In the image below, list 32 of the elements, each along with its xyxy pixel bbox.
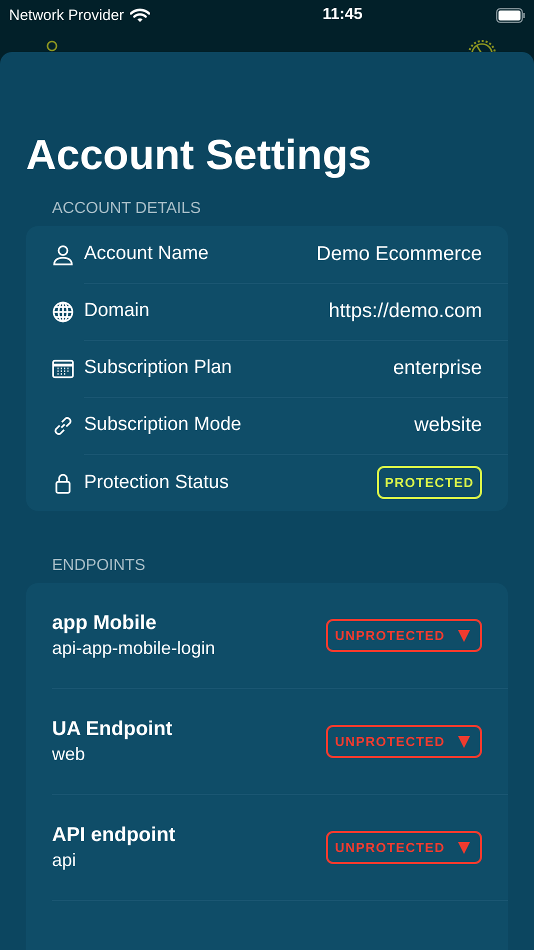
triangle-down-icon [457,628,471,642]
calendar-icon [52,358,74,380]
status-badge: PROTECTED [376,466,482,499]
row-value: https://demo.com [328,299,482,323]
row-value: Demo Ecommerce [316,242,482,266]
carrier-name: Network Provider [9,6,124,24]
wifi-icon [130,8,150,22]
triangle-down-icon [457,840,471,854]
endpoint-detail: web [52,744,86,765]
endpoint-detail: api [52,850,78,871]
globe-icon [52,300,74,322]
status-dropdown[interactable]: UNPROTECTED [326,725,482,758]
triangle-down-icon [457,734,471,748]
row-label: Subscription Mode [84,413,242,437]
section-header: ACCOUNT DETAILS [51,199,202,219]
endpoint-name: API endpoint [52,824,176,847]
status-dropdown[interactable]: UNPROTECTED [326,831,482,864]
row-label: Account Name [84,242,209,266]
row-value: enterprise [393,356,482,380]
section-header: ENDPOINTS [51,556,146,576]
row-value: website [414,413,482,437]
endpoint-name: UA Endpoint [52,718,172,741]
row-label: Subscription Plan [84,356,232,380]
status-dropdown[interactable]: UNPROTECTED [326,619,482,652]
endpoint-name: app Mobile [52,612,158,635]
row-label: Protection Status [84,470,229,494]
endpoint-detail: api-app-mobile-login [52,638,216,659]
clock-time: 11:45 [322,6,363,24]
link-icon [52,414,74,436]
battery-icon [496,8,526,22]
row-label: Domain [84,299,150,323]
page-title: Account Settings [26,130,372,180]
